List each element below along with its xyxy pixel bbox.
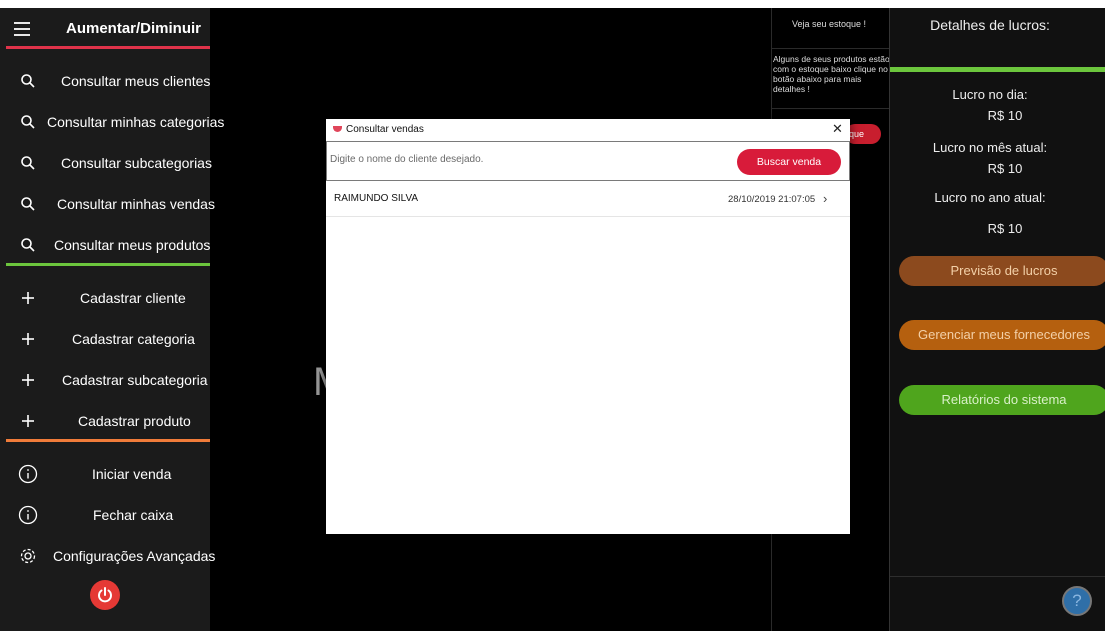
sidebar-item-label: Consultar subcategorias	[61, 155, 212, 171]
sidebar-item-cadastrar-subcategoria[interactable]: Cadastrar subcategoria	[0, 360, 210, 400]
profit-divider	[890, 576, 1105, 577]
sidebar-item-consultar-vendas[interactable]: Consultar minhas vendas	[0, 184, 215, 224]
stock-message: Alguns de seus produtos estão com o esto…	[773, 54, 890, 94]
search-bar: Buscar venda	[326, 141, 850, 181]
search-divider	[6, 263, 210, 266]
sidebar-item-label: Fechar caixa	[93, 507, 174, 523]
sidebar-item-cadastrar-produto[interactable]: Cadastrar produto	[0, 401, 210, 441]
power-button[interactable]	[90, 580, 120, 610]
sidebar-item-label: Cadastrar cliente	[80, 290, 186, 306]
sidebar-item-iniciar-venda[interactable]: Iniciar venda	[0, 454, 210, 494]
table-row[interactable]: RAIMUNDO SILVA 28/10/2019 21:07:05 ›	[326, 181, 850, 217]
sidebar-item-label: Cadastrar categoria	[72, 331, 195, 347]
sidebar-item-fechar-caixa[interactable]: Fechar caixa	[0, 495, 210, 535]
profit-forecast-button[interactable]: Previsão de lucros	[899, 256, 1105, 286]
hamburger-menu-icon[interactable]	[14, 22, 30, 40]
sidebar-item-consultar-produtos[interactable]: Consultar meus produtos	[0, 225, 210, 265]
plus-icon	[17, 410, 39, 432]
sidebar-item-label: Iniciar venda	[92, 466, 172, 482]
plus-icon	[17, 328, 39, 350]
sidebar-item-cadastrar-cliente[interactable]: Cadastrar cliente	[0, 278, 210, 318]
search-icon	[17, 234, 39, 256]
client-search-input[interactable]	[330, 154, 710, 165]
profit-year-label: Lucro no ano atual:	[934, 190, 1046, 205]
sidebar-item-configuracoes[interactable]: Configurações Avançadas	[0, 536, 215, 576]
sidebar-item-label: Cadastrar produto	[78, 413, 191, 429]
search-icon	[17, 152, 39, 174]
search-icon	[17, 193, 39, 215]
profit-month-label: Lucro no mês atual:	[932, 140, 1048, 155]
power-icon	[98, 587, 112, 603]
app-icon	[333, 126, 342, 132]
dialog-title: Consultar vendas	[346, 124, 424, 135]
sidebar-item-label: Consultar minhas categorias	[47, 114, 225, 130]
info-icon	[17, 463, 39, 485]
manage-suppliers-button[interactable]: Gerenciar meus fornecedores	[899, 320, 1105, 350]
sidebar-header: Aumentar/Diminuir	[0, 8, 210, 51]
profit-year-value: R$ 10	[987, 221, 1023, 236]
profit-day-value: R$ 10	[987, 108, 1023, 123]
title-divider	[6, 46, 210, 49]
sidebar: Aumentar/Diminuir Consultar meus cliente…	[0, 8, 224, 631]
app-window: Aumentar/Diminuir Consultar meus cliente…	[0, 8, 1105, 631]
search-icon	[17, 70, 39, 92]
stock-details-button[interactable]: que	[845, 124, 881, 144]
plus-icon	[17, 287, 39, 309]
profit-title: Detalhes de lucros:	[930, 17, 1050, 33]
search-icon	[17, 111, 39, 133]
sale-client-name: RAIMUNDO SILVA	[334, 193, 419, 204]
profit-day-label: Lucro no dia:	[952, 87, 1028, 102]
profit-month-value: R$ 10	[987, 161, 1023, 176]
stock-divider	[772, 108, 890, 109]
sidebar-item-cadastrar-categoria[interactable]: Cadastrar categoria	[0, 319, 210, 359]
system-reports-button[interactable]: Relatórios do sistema	[899, 385, 1105, 415]
info-icon	[17, 504, 39, 526]
sidebar-item-consultar-clientes[interactable]: Consultar meus clientes	[0, 61, 210, 101]
sidebar-item-consultar-subcategorias[interactable]: Consultar subcategorias	[0, 143, 212, 183]
profit-panel: Detalhes de lucros: Lucro no dia: R$ 10 …	[889, 8, 1105, 631]
sidebar-item-consultar-categorias[interactable]: Consultar minhas categorias	[0, 102, 224, 142]
sidebar-item-label: Consultar meus produtos	[54, 237, 211, 253]
sidebar-item-label: Consultar meus clientes	[61, 73, 211, 89]
sidebar-item-label: Configurações Avançadas	[53, 548, 216, 564]
search-sale-button[interactable]: Buscar venda	[737, 149, 841, 175]
close-icon[interactable]: ✕	[832, 121, 843, 137]
gear-icon	[17, 545, 39, 567]
plus-icon	[17, 369, 39, 391]
add-divider	[6, 439, 210, 442]
sale-date: 28/10/2019 21:07:05	[728, 194, 816, 205]
sidebar-item-label: Cadastrar subcategoria	[62, 372, 208, 388]
dialog-titlebar[interactable]: Consultar vendas ✕	[326, 119, 850, 141]
help-button[interactable]: ?	[1062, 586, 1092, 616]
stock-title: Veja seu estoque !	[792, 19, 867, 29]
chevron-right-icon[interactable]: ›	[823, 191, 827, 206]
sidebar-title[interactable]: Aumentar/Diminuir	[66, 20, 201, 37]
consultar-vendas-dialog: Consultar vendas ✕ Buscar venda RAIMUNDO…	[326, 119, 850, 534]
profit-divider	[890, 67, 1105, 72]
stock-divider	[772, 48, 890, 49]
sidebar-item-label: Consultar minhas vendas	[57, 196, 215, 212]
